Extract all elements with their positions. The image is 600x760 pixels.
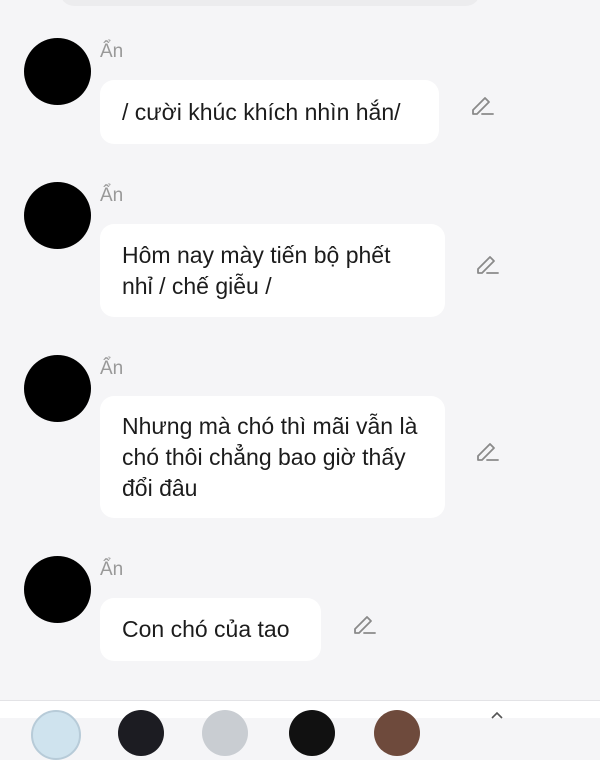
sender-name: Ẩn xyxy=(100,185,124,206)
pencil-icon[interactable] xyxy=(474,250,500,276)
arrow-icon[interactable] xyxy=(490,711,504,719)
avatar[interactable] xyxy=(24,556,91,623)
message-text: Con chó của tao xyxy=(122,616,290,642)
sender-name: Ẩn xyxy=(100,41,124,62)
sender-name: Ẩn xyxy=(100,559,124,580)
message-bubble[interactable]: Con chó của tao xyxy=(100,598,321,661)
message-text: / cười khúc khích nhìn hắn/ xyxy=(122,98,401,125)
avatar[interactable] xyxy=(24,38,91,105)
avatar[interactable] xyxy=(24,182,91,249)
message-bubble[interactable]: Nhưng mà chó thì mãi vẫn là chó thôi chẳ… xyxy=(100,396,445,518)
bottom-tray xyxy=(0,700,600,760)
message-bubble[interactable]: Hôm nay mày tiến bộ phết nhỉ / chế giễu … xyxy=(100,224,445,317)
top-input-bar xyxy=(60,0,480,6)
character-avatar[interactable] xyxy=(31,710,81,760)
message-bubble[interactable]: / cười khúc khích nhìn hắn/ xyxy=(100,80,439,144)
message-text: Nhưng mà chó thì mãi vẫn là chó thôi chẳ… xyxy=(122,412,418,501)
avatar[interactable] xyxy=(24,355,91,422)
pencil-icon[interactable] xyxy=(474,437,500,463)
message-text: Hôm nay mày tiến bộ phết nhỉ / chế giễu … xyxy=(122,241,391,299)
sender-name: Ẩn xyxy=(100,358,124,379)
pencil-icon[interactable] xyxy=(351,610,377,636)
pencil-icon[interactable] xyxy=(469,91,495,117)
